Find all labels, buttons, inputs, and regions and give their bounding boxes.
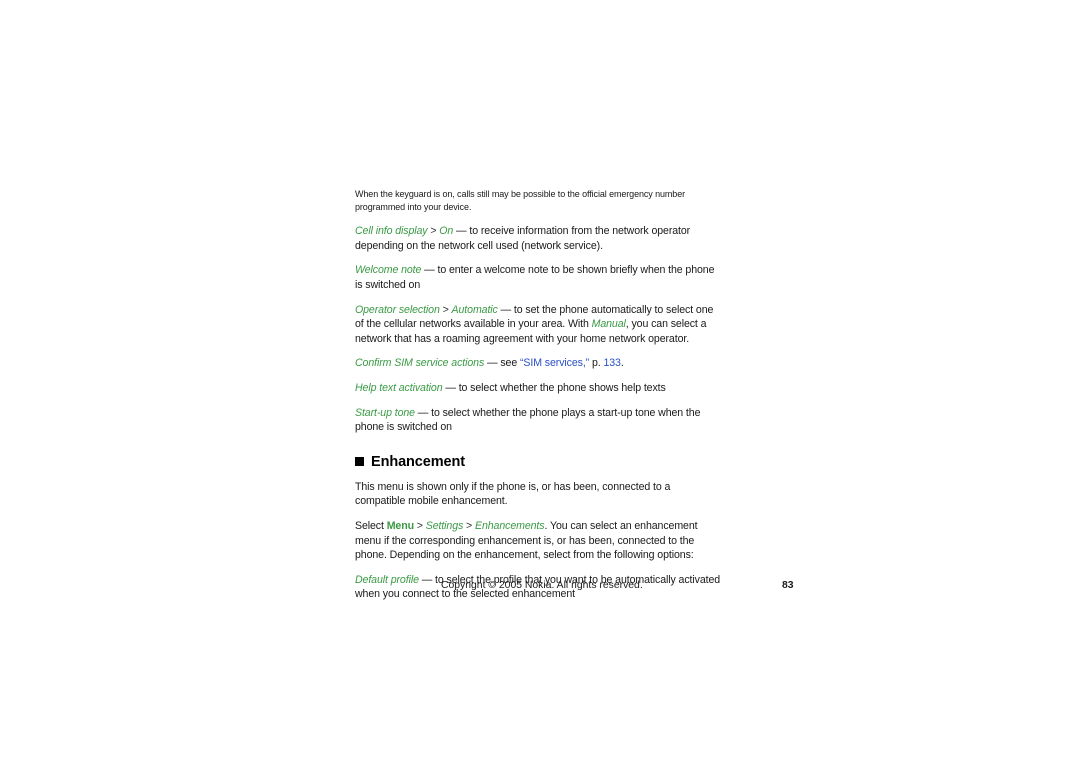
entry-confirm-sim-body-1: — see [484,357,520,370]
term-operator-selection: Operator selection [355,303,440,316]
entry-help-text-activation: Help text activation — to select whether… [355,381,723,396]
keyguard-note-text: When the keyguard is on, calls still may… [355,189,686,212]
page-footer: Copyright © 2005 Nokia. All rights reser… [355,578,795,594]
footer-copyright-text: Copyright © 2005 Nokia. All rights reser… [441,580,643,591]
entry-confirm-sim-service-actions: Confirm SIM service actions — see “SIM s… [355,356,723,371]
entry-welcome-note: Welcome note — to enter a welcome note t… [355,263,723,292]
term-confirm-sim-service-actions: Confirm SIM service actions [355,357,485,370]
select-lead-text: Select [355,519,387,532]
footer-page-number: 83 [782,580,794,591]
term-welcome-note: Welcome note [355,264,422,277]
separator-gt: > [463,519,475,532]
enhancement-intro-paragraph: This menu is shown only if the phone is,… [355,480,723,509]
menu-path-settings: Settings [425,519,464,532]
term-cell-info-display: Cell info display [355,225,428,238]
entry-cell-info-display: Cell info display > On — to receive info… [355,224,723,253]
value-manual: Manual [591,318,626,331]
separator-gt: > [427,225,440,238]
section-heading-label: Enhancement [371,453,465,470]
menu-path-menu: Menu [386,519,414,532]
value-automatic: Automatic [451,303,498,316]
entry-confirm-sim-body-2: p. [589,357,604,370]
keyguard-note-paragraph: When the keyguard is on, calls still may… [355,188,723,213]
page-content: When the keyguard is on, calls still may… [355,188,723,612]
term-help-text-activation: Help text activation [355,381,443,394]
menu-path-enhancements: Enhancements [475,519,545,532]
enhancement-intro-text: This menu is shown only if the phone is,… [355,480,671,508]
entry-start-up-tone: Start-up tone — to select whether the ph… [355,406,723,435]
cross-reference-link-page-133[interactable]: 133 [603,357,620,369]
value-on: On [439,225,454,238]
entry-operator-selection: Operator selection > Automatic — to set … [355,303,723,347]
document-page: When the keyguard is on, calls still may… [0,0,1080,763]
entry-help-text-body: — to select whether the phone shows help… [442,381,666,394]
term-start-up-tone: Start-up tone [355,406,415,419]
separator-gt: > [413,519,426,532]
entry-confirm-sim-body-3: . [620,357,624,370]
section-heading-enhancement: Enhancement [355,453,723,471]
enhancement-select-path-paragraph: Select Menu > Settings > Enhancements. Y… [355,519,723,563]
separator-gt: > [439,303,452,316]
black-square-bullet-icon [355,457,364,467]
cross-reference-link-sim-services[interactable]: “SIM services,” [520,357,589,369]
